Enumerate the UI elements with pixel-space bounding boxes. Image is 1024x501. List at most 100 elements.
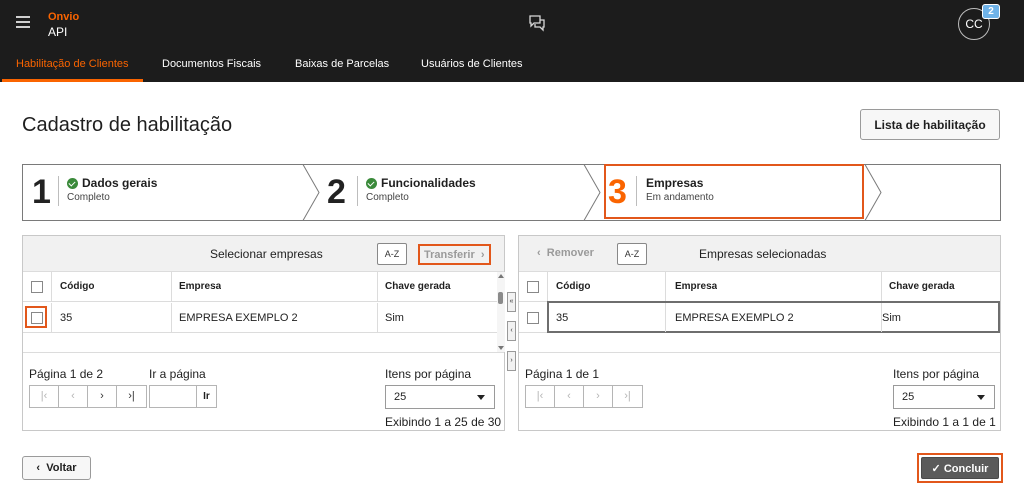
move-all-left-icon[interactable]: «: [507, 292, 516, 312]
cell-chave: Sim: [385, 312, 404, 324]
step-2-label: Funcionalidades: [381, 176, 476, 190]
page-info: Página 1 de 2: [29, 367, 104, 381]
check-circle-icon: [366, 177, 377, 189]
tab-documentos-fiscais[interactable]: Documentos Fiscais: [162, 47, 261, 82]
tab-baixas-parcelas[interactable]: Baixas de Parcelas: [295, 47, 389, 82]
select-all-checkbox[interactable]: [527, 281, 539, 293]
step-1-title[interactable]: Dados gerais: [67, 176, 157, 190]
goto-page-label: Ir a página: [149, 367, 206, 381]
table-row[interactable]: 35 EMPRESA EXEMPLO 2 Sim: [23, 303, 504, 333]
scroll-up-icon[interactable]: [498, 274, 504, 278]
selected-companies-panel: ‹ Remover A-Z Empresas selecionadas Códi…: [518, 235, 1001, 431]
showing-info: Exibindo 1 a 1 de 1: [893, 415, 996, 429]
step-1-label: Dados gerais: [82, 176, 158, 190]
cell-codigo: 35: [556, 312, 569, 324]
step-3-label: Empresas: [646, 176, 704, 190]
step-3-number: 3: [608, 173, 627, 211]
caret-down-icon: [477, 395, 485, 400]
select-companies-header: Selecionar empresas A-Z Transferir ›: [23, 236, 504, 272]
transfer-label: Transferir: [424, 249, 475, 261]
col-empresa[interactable]: Empresa: [675, 272, 717, 301]
items-per-page-select[interactable]: 25: [893, 385, 995, 409]
col-chave-gerada[interactable]: Chave gerada: [889, 272, 955, 301]
cell-empresa: EMPRESA EXEMPLO 2: [675, 312, 794, 324]
back-button[interactable]: ‹ Voltar: [22, 456, 91, 480]
tab-habilitacao-clientes[interactable]: Habilitação de Clientes: [2, 47, 142, 82]
move-right-icon[interactable]: ›: [507, 351, 516, 371]
hamburger-menu-icon[interactable]: [16, 16, 30, 28]
list-habilitation-button[interactable]: Lista de habilitação: [860, 109, 1000, 140]
scroll-thumb[interactable]: [498, 292, 503, 304]
transfer-controls: « ‹ ›: [507, 235, 516, 431]
next-page-icon[interactable]: ›: [584, 386, 613, 407]
chevron-left-icon: ‹: [36, 462, 47, 474]
last-page-icon[interactable]: ›|: [613, 386, 642, 407]
chat-bubbles-icon[interactable]: [528, 14, 546, 32]
goto-page-input[interactable]: [149, 385, 197, 408]
col-codigo[interactable]: Código: [60, 272, 94, 301]
chevron-right-icon: ›: [477, 249, 485, 261]
step-3-status: Em andamento: [646, 192, 714, 203]
transfer-button[interactable]: Transferir ›: [418, 244, 491, 265]
back-label: Voltar: [46, 462, 77, 474]
top-bar: Onvio API CC 2: [0, 0, 1024, 47]
sort-filter-icon[interactable]: A-Z: [377, 243, 407, 265]
goto-page-button[interactable]: Ir: [197, 385, 217, 408]
cell-chave: Sim: [882, 312, 901, 324]
first-page-icon[interactable]: |‹: [526, 386, 555, 407]
items-per-page-label: Itens por página: [893, 367, 980, 381]
selected-companies-grid-header: Código Empresa Chave gerada: [519, 272, 1000, 302]
select-companies-pager: Página 1 de 2 |‹ ‹ › ›| Ir a página Ir I…: [23, 352, 504, 432]
row-checkbox[interactable]: [31, 312, 43, 324]
caret-down-icon: [977, 395, 985, 400]
showing-info: Exibindo 1 a 25 de 30: [385, 415, 502, 429]
col-codigo[interactable]: Código: [556, 272, 590, 301]
sort-filter-icon[interactable]: A-Z: [617, 243, 647, 265]
conclude-button-highlight: ✓ Concluir: [917, 453, 1003, 483]
step-3-title[interactable]: Empresas: [646, 176, 703, 190]
step-2-number: 2: [327, 173, 346, 211]
prev-page-icon[interactable]: ‹: [555, 386, 584, 407]
step-2-divider: [357, 176, 358, 206]
first-page-icon[interactable]: |‹: [30, 386, 59, 407]
step-1-status: Completo: [67, 192, 110, 203]
checkmark-icon: ✓: [931, 462, 944, 475]
conclude-label: Concluir: [943, 462, 989, 475]
tab-usuarios-clientes[interactable]: Usuários de Clientes: [421, 47, 523, 82]
cell-empresa: EMPRESA EXEMPLO 2: [179, 312, 298, 324]
grid-scrollbar[interactable]: [497, 272, 505, 352]
move-left-icon[interactable]: ‹: [507, 321, 516, 341]
step-2-title[interactable]: Funcionalidades: [366, 176, 476, 190]
notification-badge: 2: [982, 4, 1000, 19]
step-3-divider: [636, 176, 637, 206]
check-circle-icon: [67, 177, 78, 189]
selected-companies-title: Empresas selecionadas: [699, 247, 827, 261]
scroll-down-icon[interactable]: [498, 346, 504, 350]
tab-bar: Habilitação de Clientes Documentos Fisca…: [0, 47, 1024, 82]
items-per-page-value: 25: [394, 391, 407, 403]
page-info: Página 1 de 1: [525, 367, 600, 381]
conclude-button[interactable]: ✓ Concluir: [921, 457, 999, 479]
row-checkbox[interactable]: [527, 312, 539, 324]
next-page-icon[interactable]: ›: [88, 386, 117, 407]
pagination-buttons: |‹ ‹ › ›|: [29, 385, 147, 408]
items-per-page-select[interactable]: 25: [385, 385, 495, 409]
col-chave-gerada[interactable]: Chave gerada: [385, 272, 451, 301]
selected-companies-header: ‹ Remover A-Z Empresas selecionadas: [519, 236, 1000, 272]
chevron-left-icon: ‹: [537, 247, 544, 259]
stepper: 1 Dados gerais Completo 2 Funcionalidade…: [22, 164, 1001, 221]
step-1-divider: [58, 176, 59, 206]
pagination-buttons: |‹ ‹ › ›|: [525, 385, 643, 408]
selected-companies-pager: Página 1 de 1 |‹ ‹ › ›| Itens por página…: [519, 352, 1000, 432]
remove-button[interactable]: ‹ Remover: [533, 244, 598, 265]
table-row[interactable]: 35 EMPRESA EXEMPLO 2 Sim: [519, 301, 1000, 333]
select-all-checkbox[interactable]: [31, 281, 43, 293]
prev-page-icon[interactable]: ‹: [59, 386, 88, 407]
select-companies-title: Selecionar empresas: [210, 247, 323, 261]
step-1-number: 1: [32, 173, 51, 211]
last-page-icon[interactable]: ›|: [117, 386, 146, 407]
select-companies-grid-header: Código Empresa Chave gerada: [23, 272, 504, 302]
items-per-page-value: 25: [902, 391, 915, 403]
remove-label: Remover: [546, 247, 594, 259]
col-empresa[interactable]: Empresa: [179, 272, 221, 301]
